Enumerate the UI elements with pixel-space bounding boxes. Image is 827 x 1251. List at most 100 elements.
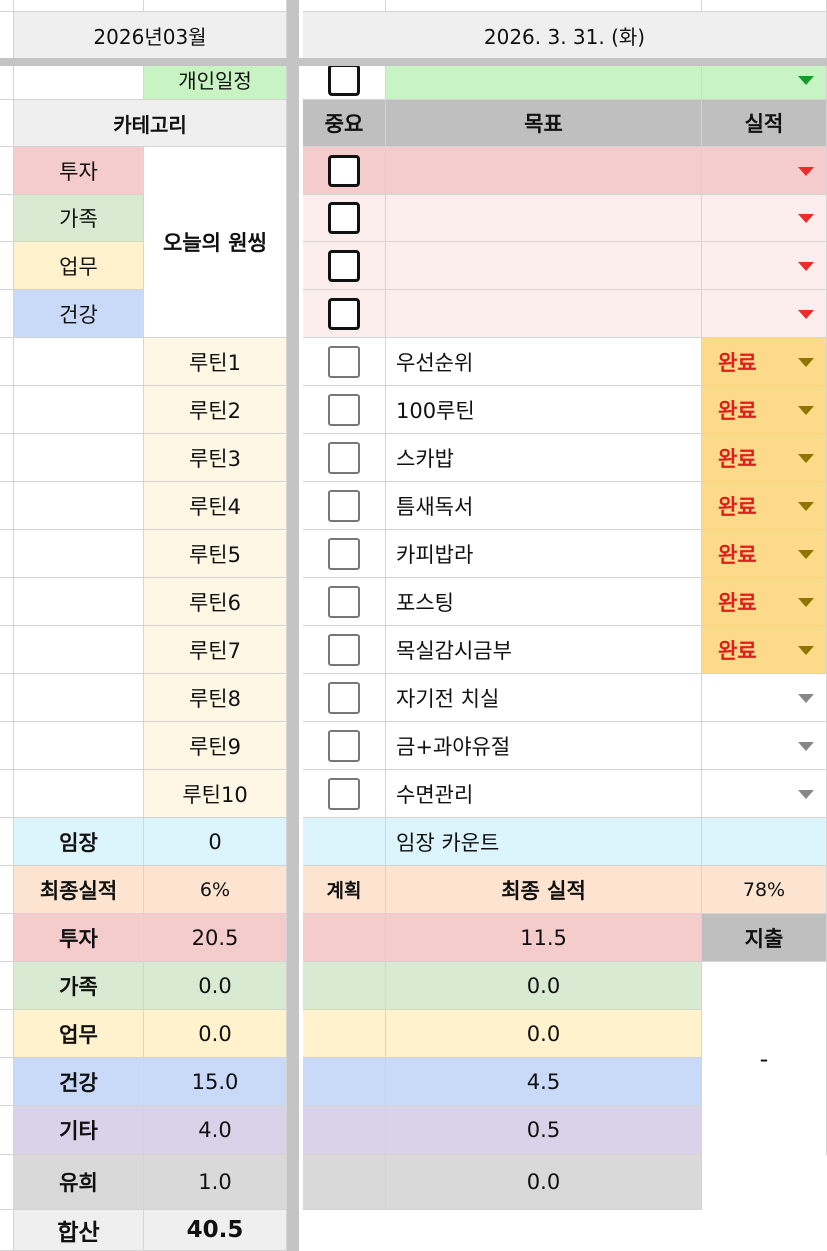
checkbox[interactable]	[328, 393, 360, 426]
routine-checkbox-cell[interactable]	[303, 482, 386, 530]
wish-checkbox-cell[interactable]	[303, 195, 386, 242]
checkbox[interactable]	[328, 297, 360, 330]
dropdown-arrow-icon[interactable]	[798, 597, 814, 607]
frozen-column-divider[interactable]	[287, 0, 299, 1251]
schedule-checkbox-cell[interactable]	[303, 60, 386, 100]
routine-checkbox-cell[interactable]	[303, 578, 386, 626]
cell	[303, 1010, 386, 1058]
routine-status-text: 완료	[718, 542, 757, 567]
dropdown-arrow-icon[interactable]	[798, 645, 814, 655]
result-header: 실적	[702, 100, 827, 147]
routine-status[interactable]	[702, 674, 827, 722]
routine-goal[interactable]: 100루틴	[386, 386, 702, 434]
checkbox[interactable]	[328, 729, 360, 762]
routine-goal[interactable]: 틈새독서	[386, 482, 702, 530]
summary-label-text: 투자	[59, 926, 98, 951]
routine-status[interactable]: 완료	[702, 482, 827, 530]
routine-status[interactable]: 완료	[702, 530, 827, 578]
checkbox[interactable]	[328, 63, 360, 96]
routine-status[interactable]: 완료	[702, 338, 827, 386]
routine-label: 루틴5	[144, 530, 287, 578]
dropdown-arrow-icon[interactable]	[798, 789, 814, 799]
dropdown-arrow-icon[interactable]	[798, 357, 814, 367]
routine-status[interactable]: 완료	[702, 434, 827, 482]
wish-checkbox-cell[interactable]	[303, 147, 386, 195]
routine-checkbox-cell[interactable]	[303, 722, 386, 770]
cell	[14, 386, 144, 434]
dropdown-arrow-icon[interactable]	[798, 741, 814, 751]
routine-checkbox-cell[interactable]	[303, 530, 386, 578]
cell	[0, 962, 14, 1010]
wish-goal-cell[interactable]	[386, 147, 702, 195]
dropdown-arrow-icon[interactable]	[798, 501, 814, 511]
routine-checkbox-cell[interactable]	[303, 674, 386, 722]
cell	[14, 674, 144, 722]
dropdown-arrow-icon[interactable]	[798, 693, 814, 703]
dropdown-arrow-icon[interactable]	[798, 261, 814, 271]
wish-goal-cell[interactable]	[386, 290, 702, 338]
top-cell	[303, 0, 386, 12]
summary-actual: 0.0	[386, 962, 702, 1010]
routine-goal[interactable]: 금+과야유절	[386, 722, 702, 770]
routine-goal[interactable]: 우선순위	[386, 338, 702, 386]
summary-actual: 11.5	[386, 914, 702, 962]
routine-goal-text: 목실감시금부	[396, 638, 512, 663]
routine-label: 루틴8	[144, 674, 287, 722]
routine-goal[interactable]: 카피밥라	[386, 530, 702, 578]
dropdown-arrow-icon[interactable]	[798, 75, 814, 85]
dropdown-arrow-icon[interactable]	[798, 166, 814, 176]
goal-header: 목표	[386, 100, 702, 147]
attendance-count-label: 임장 카운트	[386, 818, 702, 866]
wish-result-cell[interactable]	[702, 290, 827, 338]
routine-goal[interactable]: 자기전 치실	[386, 674, 702, 722]
wish-result-cell[interactable]	[702, 147, 827, 195]
routine-status[interactable]: 완료	[702, 386, 827, 434]
checkbox[interactable]	[328, 345, 360, 378]
goal-header-text: 목표	[524, 112, 563, 136]
dropdown-arrow-icon[interactable]	[798, 453, 814, 463]
wish-result-cell[interactable]	[702, 242, 827, 290]
wish-result-cell[interactable]	[702, 195, 827, 242]
routine-goal[interactable]: 포스팅	[386, 578, 702, 626]
dropdown-arrow-icon[interactable]	[798, 405, 814, 415]
wish-goal-cell[interactable]	[386, 242, 702, 290]
routine-goal[interactable]: 수면관리	[386, 770, 702, 818]
dropdown-arrow-icon[interactable]	[798, 214, 814, 223]
checkbox[interactable]	[328, 777, 360, 810]
checkbox[interactable]	[328, 633, 360, 666]
routine-checkbox-cell[interactable]	[303, 338, 386, 386]
dropdown-arrow-icon[interactable]	[798, 549, 814, 559]
routine-checkbox-cell[interactable]	[303, 770, 386, 818]
routine-status[interactable]	[702, 770, 827, 818]
routine-status[interactable]	[702, 722, 827, 770]
routine-checkbox-cell[interactable]	[303, 626, 386, 674]
checkbox[interactable]	[328, 154, 360, 187]
routine-goal[interactable]: 스카밥	[386, 434, 702, 482]
checkbox[interactable]	[328, 489, 360, 522]
routine-goal[interactable]: 목실감시금부	[386, 626, 702, 674]
checkbox[interactable]	[328, 441, 360, 474]
checkbox[interactable]	[328, 249, 360, 282]
summary-label-text: 기타	[59, 1119, 98, 1143]
routine-status-text: 완료	[718, 446, 757, 471]
routine-checkbox-cell[interactable]	[303, 386, 386, 434]
checkbox[interactable]	[328, 202, 360, 234]
dropdown-arrow-icon[interactable]	[798, 309, 814, 319]
wish-goal-cell[interactable]	[386, 195, 702, 242]
checkbox[interactable]	[328, 585, 360, 618]
routine-status[interactable]: 완료	[702, 578, 827, 626]
expense-value: -	[702, 962, 827, 1155]
summary-label: 가족	[14, 962, 144, 1010]
schedule-result-cell[interactable]	[702, 60, 827, 100]
wish-checkbox-cell[interactable]	[303, 290, 386, 338]
checkbox[interactable]	[328, 681, 360, 714]
cell	[0, 1058, 14, 1106]
routine-status[interactable]: 완료	[702, 626, 827, 674]
routine-checkbox-cell[interactable]	[303, 434, 386, 482]
total-value: 40.5	[144, 1210, 287, 1251]
schedule-goal-cell[interactable]	[386, 60, 702, 100]
total-label: 합산	[14, 1210, 144, 1251]
checkbox[interactable]	[328, 537, 360, 570]
frozen-row-divider[interactable]	[0, 58, 827, 66]
wish-checkbox-cell[interactable]	[303, 242, 386, 290]
